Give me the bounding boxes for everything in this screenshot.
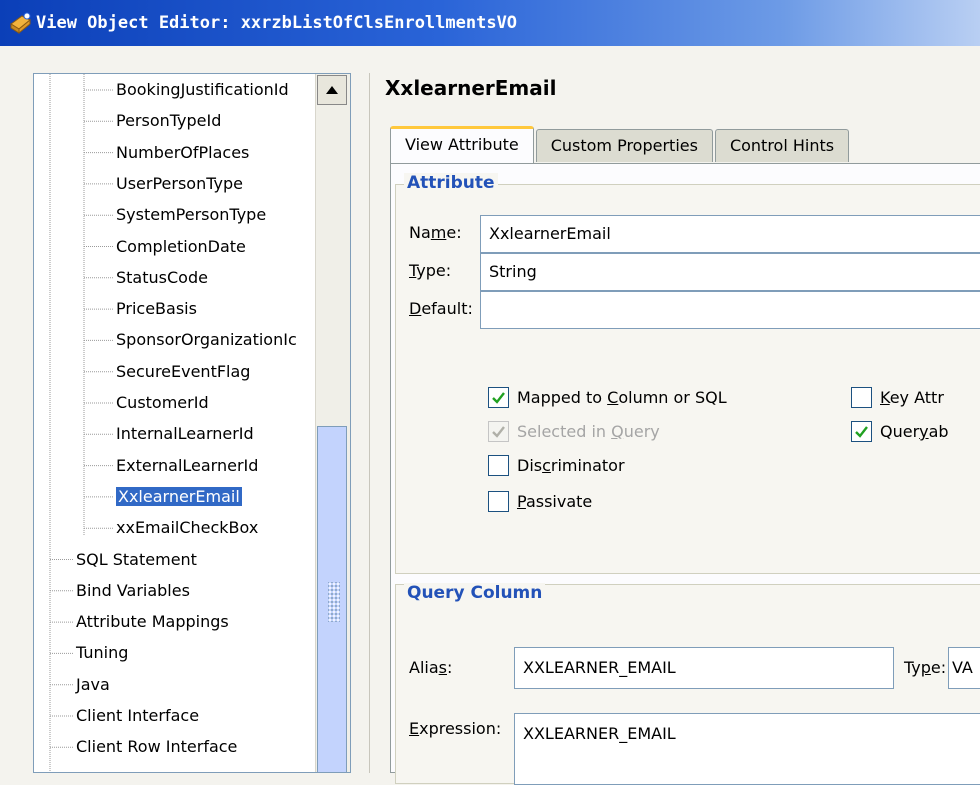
title-bar: View Object Editor: xxrzbListOfClsEnroll… [0, 0, 980, 46]
column-type-field[interactable]: VA [948, 647, 980, 689]
checkmark-icon [492, 392, 505, 404]
attribute-header: XxlearnerEmail [385, 76, 557, 100]
tree-scrollbar[interactable] [315, 74, 350, 772]
tree-item-attribute[interactable]: XxlearnerEmail [115, 483, 243, 511]
checkbox-box [851, 421, 872, 442]
tree-item-attribute[interactable]: InternalLearnerId [116, 420, 254, 448]
scroll-thumb[interactable] [317, 426, 347, 772]
tree-item-label: StatusCode [116, 267, 208, 287]
tree-item-label: xxEmailCheckBox [116, 518, 259, 538]
tree-item-label: CompletionDate [116, 236, 246, 256]
query-column-group: Query Column Alias: XXLEARNER_EMAIL Type… [395, 583, 980, 785]
tree-item-label: UserPersonType [116, 173, 243, 193]
tree-item-attribute[interactable]: CompletionDate [116, 233, 246, 261]
tree-item-attribute[interactable]: NumberOfPlaces [116, 139, 249, 167]
column-type-label: Type: [904, 658, 947, 677]
expression-field[interactable]: XXLEARNER_EMAIL [514, 713, 980, 785]
attribute-group: Attribute Name: XxlearnerEmail Type: Str… [395, 173, 980, 574]
mapped-to-column-checkbox[interactable]: Mapped to Column or SQL [488, 387, 727, 408]
alias-label: Alias: [409, 658, 453, 677]
view-object-icon [8, 10, 34, 36]
tree-item-section[interactable]: Client Row Interface [76, 733, 237, 761]
selected-in-query-checkbox: Selected in Query [488, 421, 660, 442]
query-column-group-title: Query Column [404, 583, 546, 603]
tree-item-label: SystemPersonType [116, 205, 267, 225]
window-title: View Object Editor: xxrzbListOfClsEnroll… [36, 13, 518, 33]
checkbox-box [488, 455, 509, 476]
tree-item-label: XxlearnerEmail [115, 485, 243, 507]
tree-item-label: PriceBasis [116, 299, 197, 319]
tab-view-attribute[interactable]: View Attribute [390, 126, 534, 164]
tree-item-label: Client Row Interface [76, 737, 238, 757]
expression-label: Expression: [409, 719, 502, 738]
queryable-checkbox[interactable]: Queryab [851, 421, 949, 442]
discriminator-checkbox[interactable]: Discriminator [488, 455, 625, 476]
tree-item-label: Bind Variables [76, 580, 190, 600]
checkbox-box [488, 421, 509, 442]
tree-item-attribute[interactable]: SponsorOrganizationIc [116, 326, 297, 354]
checkmark-icon [492, 426, 505, 438]
tree-item-attribute[interactable]: UserPersonType [116, 170, 243, 198]
arrow-up-icon [326, 86, 338, 94]
type-field[interactable]: String [480, 253, 980, 291]
scroll-grip [328, 582, 340, 622]
tree-item-label: Attribute Mappings [76, 612, 229, 632]
tree-item-label: Client Interface [76, 706, 200, 725]
tree-item-attribute[interactable]: xxEmailCheckBox [116, 514, 258, 542]
checkbox-box [851, 387, 872, 408]
tree-item-section[interactable]: Java [76, 671, 110, 699]
checkbox-label: Mapped to Column or SQL [517, 388, 727, 407]
tree-item-label: InternalLearnerId [116, 424, 254, 444]
tree-item-section[interactable]: Tuning [76, 639, 128, 667]
checkbox-box [488, 491, 509, 512]
checkbox-label: Passivate [517, 492, 593, 511]
type-label: Type: [409, 261, 452, 280]
tab-control-hints[interactable]: Control Hints [714, 129, 850, 162]
tree-item-label: NumberOfPlaces [116, 142, 250, 162]
checkbox-label: Key Attr [880, 388, 944, 407]
checkbox-label: Discriminator [517, 456, 625, 475]
tree-item-attribute[interactable]: PersonTypeId [116, 107, 221, 135]
tab-content: Attribute Name: XxlearnerEmail Type: Str… [390, 163, 980, 785]
editor-panel: XxlearnerEmail View Attribute Custom Pro… [369, 73, 980, 785]
scroll-up-button[interactable] [317, 75, 347, 105]
tree-item-label: SponsorOrganizationIc [116, 330, 297, 350]
tree-item-section[interactable]: Bind Variables [76, 577, 190, 605]
checkmark-icon [855, 426, 868, 438]
checkbox-box [488, 387, 509, 408]
name-field[interactable]: XxlearnerEmail [480, 215, 980, 253]
tree-item-label: ExternalLearnerId [116, 455, 259, 475]
tree-item-label: Java [76, 674, 110, 694]
tree-item-label: SQL Statement [76, 549, 197, 569]
checkbox-label: Queryab [880, 422, 949, 441]
passivate-checkbox[interactable]: Passivate [488, 491, 592, 512]
tree-item-attribute[interactable]: CustomerId [116, 389, 209, 417]
tree-item-attribute[interactable]: SecureEventFlag [116, 358, 250, 386]
tree-item-section[interactable]: SQL Statement [76, 546, 197, 574]
tree-item-attribute[interactable]: StatusCode [116, 264, 208, 292]
checkbox-label: Selected in Query [517, 422, 660, 441]
tree-item-attribute[interactable]: ExternalLearnerId [116, 452, 258, 480]
default-field[interactable] [480, 291, 980, 329]
tree-item-section[interactable]: Client Interface [76, 702, 199, 730]
tree-item-label: BookingJustificationId [116, 80, 289, 99]
alias-field[interactable]: XXLEARNER_EMAIL [514, 647, 894, 689]
tab-custom-properties[interactable]: Custom Properties [535, 129, 713, 162]
tree-item-section[interactable]: Attribute Mappings [76, 608, 229, 636]
tree-item-attribute[interactable]: BookingJustificationId [116, 76, 289, 104]
tab-strip: View Attribute Custom Properties Control… [390, 126, 851, 164]
tree-item-label: Tuning [76, 643, 129, 663]
tree-item-attribute[interactable]: SystemPersonType [116, 201, 266, 229]
tree-item-label: SecureEventFlag [116, 361, 251, 381]
tree-item-label: CustomerId [116, 393, 209, 412]
attribute-group-title: Attribute [404, 173, 498, 193]
tree-item-label: PersonTypeId [116, 111, 222, 131]
key-attribute-checkbox[interactable]: Key Attr [851, 387, 944, 408]
default-label: Default: [409, 299, 473, 318]
navigation-tree[interactable]: BookingJustificationId PersonTypeId Number… [33, 73, 351, 773]
tree-item-attribute[interactable]: PriceBasis [116, 295, 197, 323]
name-label: Name: [409, 223, 462, 242]
